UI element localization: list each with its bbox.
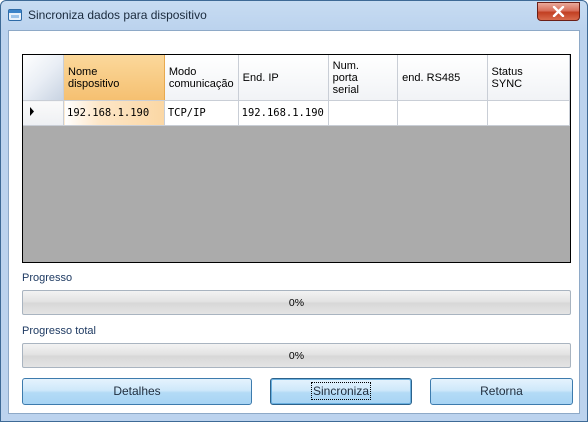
sync-button[interactable]: Sincroniza xyxy=(270,378,412,405)
column-header-label: End. IP xyxy=(242,71,279,84)
cell-nome-dispositivo[interactable]: 192.168.1.190 xyxy=(63,100,165,126)
app-window-icon xyxy=(8,9,22,21)
table-row[interactable]: 192.168.1.190 TCP/IP 192.168.1.190 xyxy=(23,100,570,126)
column-header-label: Nome dispositivo xyxy=(68,65,120,90)
column-header-num-porta-serial[interactable]: Num. porta serial xyxy=(328,55,399,101)
window-title: Sincroniza dados para dispositivo xyxy=(28,8,207,22)
progress-total-percent: 0% xyxy=(288,350,305,362)
cell-status-sync[interactable] xyxy=(487,100,570,126)
progress-total-label: Progresso total xyxy=(22,325,96,337)
column-header-status-sync[interactable]: Status SYNC xyxy=(487,55,570,101)
column-header-label: Status SYNC xyxy=(491,65,523,90)
back-button-label: Retorna xyxy=(480,384,523,398)
column-header-nome-dispositivo[interactable]: Nome dispositivo xyxy=(63,55,165,101)
sync-dialog-window: Sincroniza dados para dispositivo Nome d… xyxy=(0,0,588,422)
progress-label: Progresso xyxy=(22,272,73,284)
column-header-label: Modo comunicação xyxy=(168,65,234,90)
current-row-arrow-icon xyxy=(30,107,34,116)
device-table: Nome dispositivo Modo comunicação End. I… xyxy=(23,55,570,126)
cell-end-rs485[interactable] xyxy=(397,100,488,126)
cell-num-porta-serial[interactable] xyxy=(328,100,399,126)
column-header-label: end. RS485 xyxy=(402,71,461,84)
column-header-label: Num. porta serial xyxy=(332,59,359,96)
progress-percent: 0% xyxy=(288,297,305,309)
close-icon xyxy=(552,6,565,17)
column-header-end-ip[interactable]: End. IP xyxy=(238,55,329,101)
cell-end-ip[interactable]: 192.168.1.190 xyxy=(238,100,329,126)
dialog-client-area: Nome dispositivo Modo comunicação End. I… xyxy=(8,30,580,414)
back-button[interactable]: Retorna xyxy=(430,378,573,405)
select-all-corner[interactable] xyxy=(23,55,64,101)
details-button-label: Detalhes xyxy=(113,384,161,398)
column-header-modo-comunicacao[interactable]: Modo comunicação xyxy=(164,55,239,101)
row-selector[interactable] xyxy=(23,100,64,126)
progress-total-bar: 0% xyxy=(22,343,571,368)
table-header-row: Nome dispositivo Modo comunicação End. I… xyxy=(23,55,570,101)
column-header-end-rs485[interactable]: end. RS485 xyxy=(397,55,488,101)
cell-modo-comunicacao[interactable]: TCP/IP xyxy=(164,100,239,126)
close-button[interactable] xyxy=(537,2,580,21)
details-button[interactable]: Detalhes xyxy=(22,378,252,405)
progress-bar: 0% xyxy=(22,290,571,315)
sync-button-label: Sincroniza xyxy=(310,382,372,400)
device-grid[interactable]: Nome dispositivo Modo comunicação End. I… xyxy=(22,54,571,263)
title-bar[interactable]: Sincroniza dados para dispositivo xyxy=(1,1,587,29)
